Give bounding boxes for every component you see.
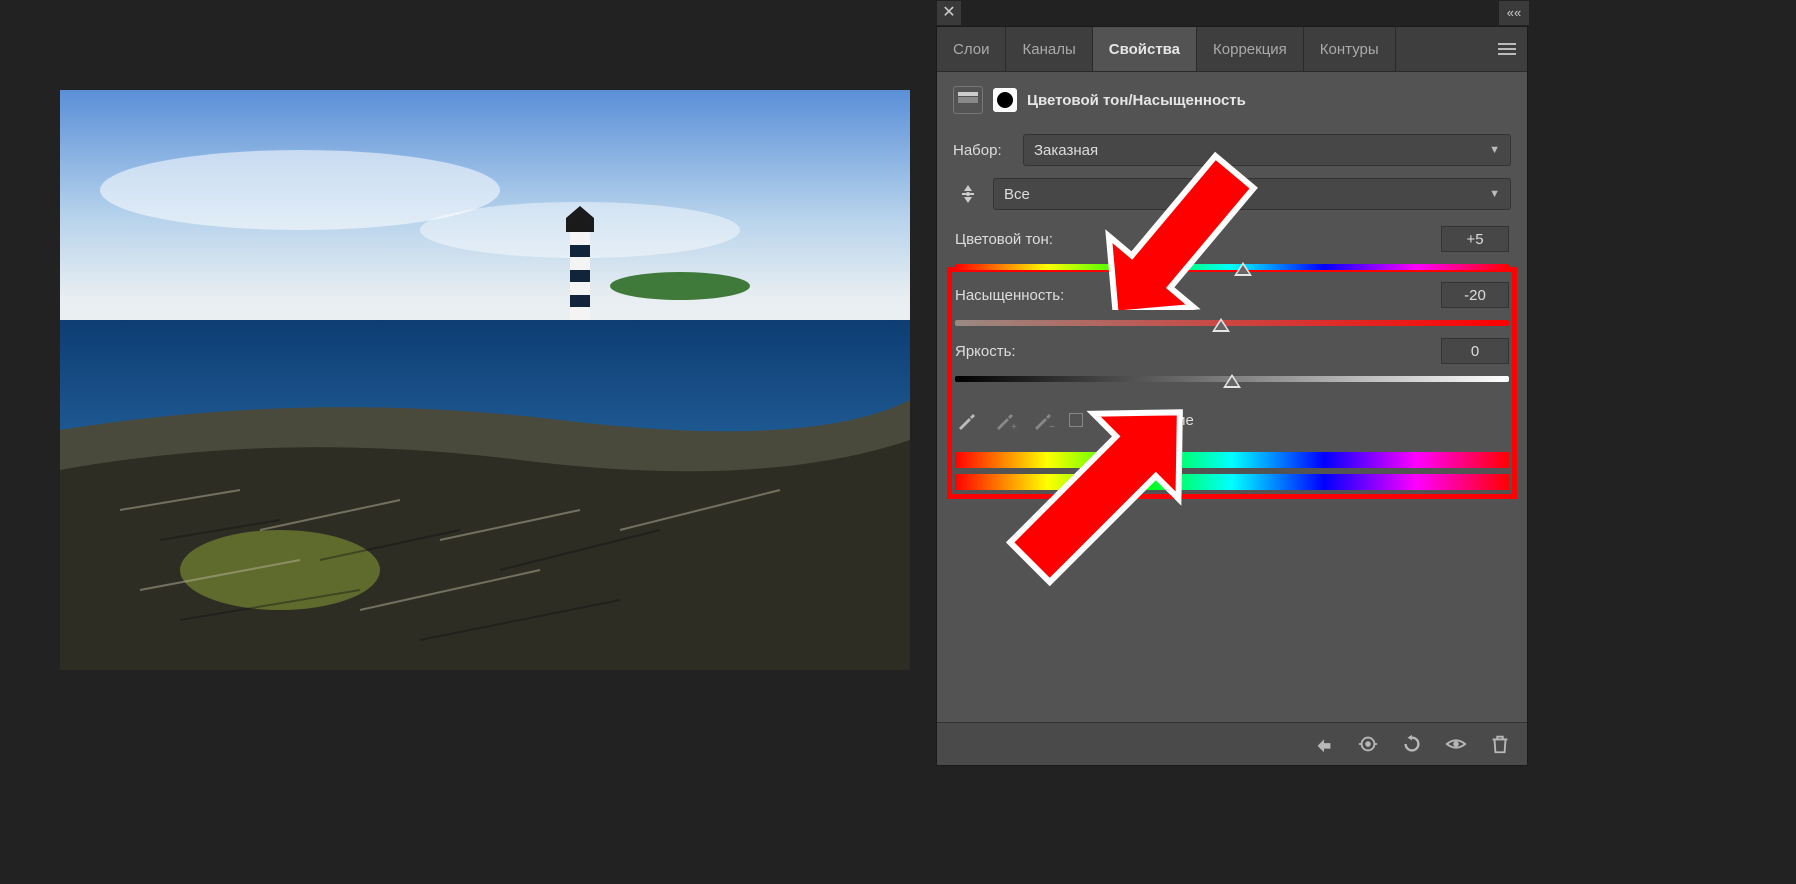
lightness-label: Яркость: (955, 343, 1016, 360)
tab-paths[interactable]: Контуры (1304, 27, 1396, 71)
lightness-slider[interactable] (955, 370, 1509, 386)
reset-icon[interactable] (1401, 733, 1423, 755)
color-range-select[interactable]: Все ▼ (993, 178, 1511, 210)
hue-sat-adjustment-icon (953, 86, 983, 114)
lightness-slider-thumb[interactable] (1223, 374, 1241, 388)
colorize-label: Тонирование (1103, 412, 1194, 429)
preset-select[interactable]: Заказная ▼ (1023, 134, 1511, 166)
hue-slider-block: Цветовой тон: +5 (937, 222, 1527, 278)
panel-tabs: Слои Каналы Свойства Коррекция Контуры (937, 27, 1527, 72)
eyedropper-add-icon[interactable]: + (993, 408, 1017, 432)
panel-footer (937, 722, 1527, 765)
svg-text:−: − (1049, 422, 1055, 432)
close-icon[interactable]: ✕ (937, 1, 961, 25)
hue-label: Цветовой тон: (955, 231, 1053, 248)
eyedropper-row: + − Тонирование (937, 390, 1527, 442)
saturation-slider-block: Насыщенность: -20 (937, 278, 1527, 334)
chevron-down-icon: ▼ (1489, 188, 1500, 200)
preset-row: Набор: Заказная ▼ (937, 128, 1527, 172)
saturation-label: Насыщенность: (955, 287, 1064, 304)
view-previous-state-icon[interactable] (1357, 733, 1379, 755)
hue-value-input[interactable]: +5 (1441, 226, 1509, 252)
eyedropper-icon[interactable] (955, 408, 979, 432)
saturation-slider[interactable] (955, 314, 1509, 330)
app-workspace: ✕ «« Слои Каналы Свойства Коррекция Конт… (0, 0, 1796, 884)
preset-label: Набор: (953, 142, 1013, 159)
input-spectrum-bar (955, 452, 1509, 468)
tab-channels[interactable]: Каналы (1006, 27, 1092, 71)
tab-properties[interactable]: Свойства (1093, 27, 1197, 71)
layer-mask-icon[interactable] (993, 88, 1017, 112)
adjustment-header: Цветовой тон/Насыщенность (937, 72, 1527, 128)
svg-text:+: + (1011, 422, 1017, 432)
collapse-icon[interactable]: «« (1499, 1, 1529, 25)
tab-layers[interactable]: Слои (937, 27, 1006, 71)
adjustment-title: Цветовой тон/Насыщенность (1027, 92, 1246, 109)
eyedropper-subtract-icon[interactable]: − (1031, 408, 1055, 432)
range-value: Все (1004, 186, 1030, 203)
panel-menu-icon[interactable] (1487, 27, 1527, 71)
saturation-slider-thumb[interactable] (1212, 318, 1230, 332)
properties-panel: ✕ «« Слои Каналы Свойства Коррекция Конт… (936, 26, 1528, 766)
chevron-down-icon: ▼ (1489, 144, 1500, 156)
colorize-checkbox[interactable] (1069, 413, 1083, 427)
visibility-icon[interactable] (1445, 733, 1467, 755)
trash-icon[interactable] (1489, 733, 1511, 755)
saturation-value-input[interactable]: -20 (1441, 282, 1509, 308)
document-canvas[interactable] (60, 90, 910, 670)
hue-slider[interactable] (955, 258, 1509, 274)
edited-image (60, 90, 910, 670)
output-spectrum-bar (955, 474, 1509, 490)
targeted-adjustment-icon[interactable] (953, 179, 983, 209)
tab-adjustments[interactable]: Коррекция (1197, 27, 1304, 71)
lightness-value-input[interactable]: 0 (1441, 338, 1509, 364)
clip-to-layer-icon[interactable] (1313, 733, 1335, 755)
lightness-slider-block: Яркость: 0 (937, 334, 1527, 390)
preset-value: Заказная (1034, 142, 1098, 159)
hue-slider-thumb[interactable] (1234, 262, 1252, 276)
range-row: Все ▼ (937, 172, 1527, 216)
color-spectrum (937, 442, 1527, 506)
